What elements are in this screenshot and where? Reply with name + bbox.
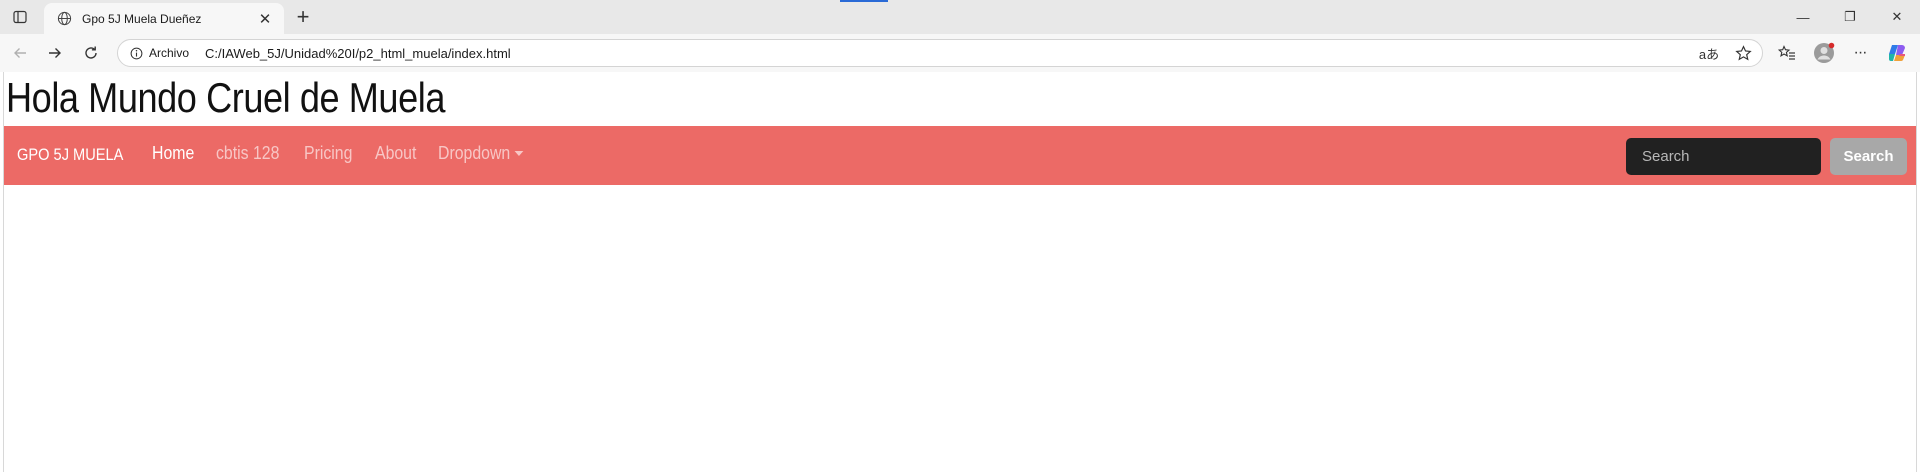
nav-links: Home cbtis 128 Pricing About Dropdown [152,143,551,164]
address-bar[interactable]: Archivo C:/IAWeb_5J/Unidad%20I/p2_html_m… [117,39,1763,67]
navbar-brand[interactable]: GPO 5J MUELA [17,145,123,165]
tab-actions-icon[interactable] [6,5,34,29]
tab-close-icon[interactable]: ✕ [256,10,274,28]
nav-link-about[interactable]: About [375,143,416,164]
nav-link-pricing[interactable]: Pricing [304,143,352,164]
new-tab-button[interactable]: + [290,4,316,29]
caret-down-icon [514,151,524,156]
navbar: GPO 5J MUELA Home cbtis 128 Pricing Abou… [4,126,1916,185]
close-window-button[interactable]: ✕ [1874,0,1920,34]
forward-arrow-icon[interactable] [41,39,69,67]
star-icon[interactable] [1732,42,1754,64]
scheme-label: Archivo [149,46,190,60]
search-input[interactable] [1626,138,1821,175]
search-button[interactable]: Search [1830,138,1907,175]
page-viewport: Hola Mundo Cruel de Muela GPO 5J MUELA H… [3,72,1917,472]
browser-tab[interactable]: Gpo 5J Muela Dueñez ✕ [44,3,284,34]
nav-link-home[interactable]: Home [152,143,194,164]
favorites-icon[interactable] [1773,40,1801,66]
back-arrow-icon[interactable] [6,39,34,67]
globe-icon [56,11,72,27]
page-heading: Hola Mundo Cruel de Muela [6,74,445,121]
nav-link-cbtis[interactable]: cbtis 128 [216,143,279,164]
refresh-icon[interactable] [77,39,105,67]
restore-button[interactable]: ❐ [1827,0,1873,34]
window-drag-indicator [840,0,888,2]
tab-title: Gpo 5J Muela Dueñez [82,11,202,26]
info-icon[interactable] [128,45,144,61]
browser-toolbar: Archivo C:/IAWeb_5J/Unidad%20I/p2_html_m… [0,34,1920,72]
nav-link-dropdown[interactable]: Dropdown [438,143,524,164]
copilot-icon[interactable] [1883,40,1911,66]
dropdown-label: Dropdown [438,143,511,163]
more-icon[interactable]: ··· [1846,40,1874,66]
profile-icon[interactable] [1810,40,1838,66]
tab-strip: Gpo 5J Muela Dueñez ✕ + — ❐ ✕ [0,0,1920,34]
url-text[interactable]: C:/IAWeb_5J/Unidad%20I/p2_html_muela/ind… [205,46,511,61]
minimize-button[interactable]: — [1780,0,1826,34]
read-aloud-icon[interactable]: aあ [1698,42,1720,64]
